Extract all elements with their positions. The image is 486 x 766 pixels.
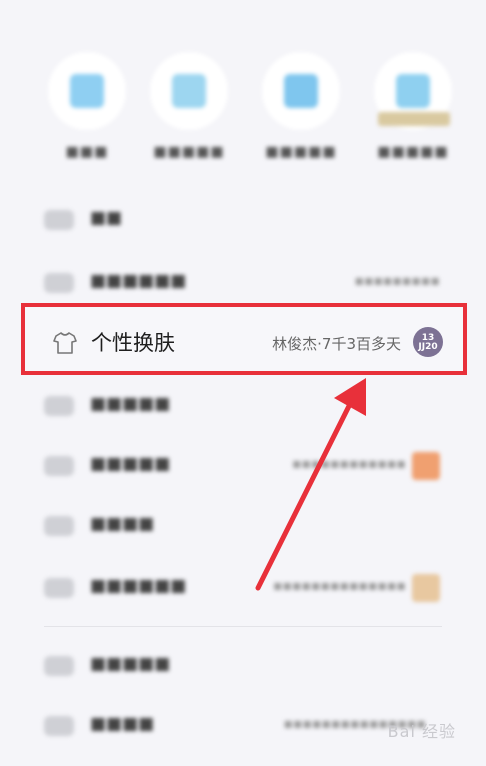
watermark: Bai 经验 [387, 722, 456, 741]
annotation-arrow [255, 378, 366, 591]
